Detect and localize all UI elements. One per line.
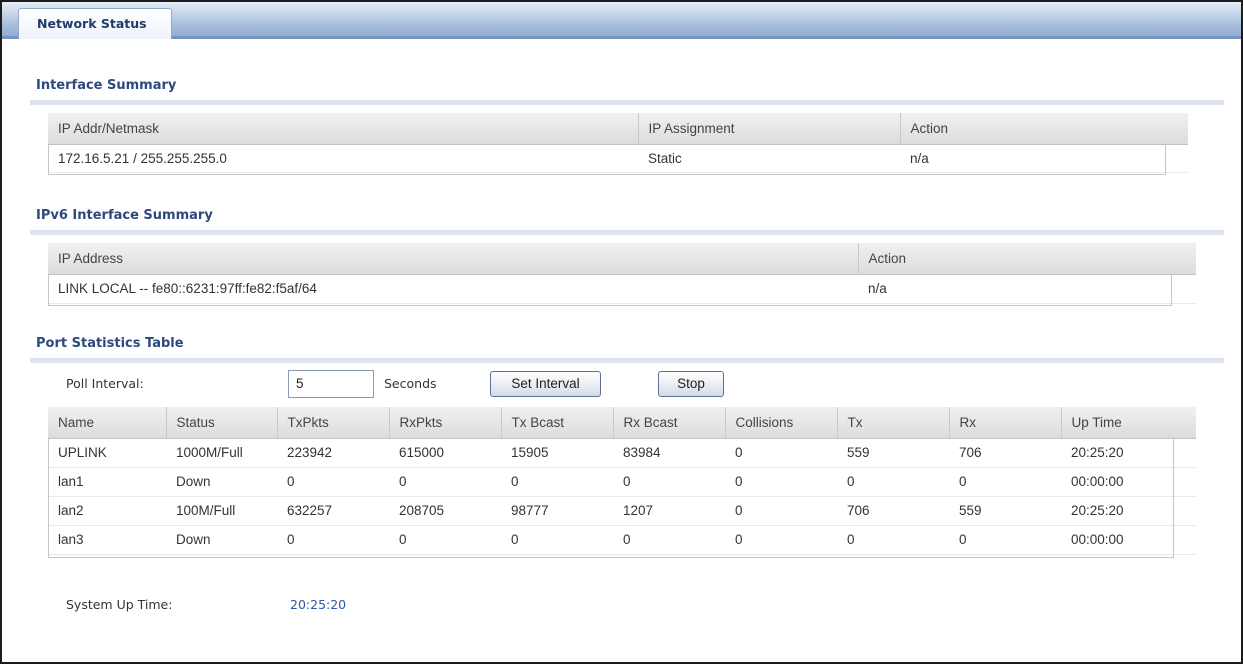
column-header-txpkts[interactable]: TxPkts <box>277 407 390 439</box>
column-header-collisions[interactable]: Collisions <box>725 407 838 439</box>
poll-interval-label: Poll Interval: <box>66 376 144 391</box>
port-statistics-title: Port Statistics Table <box>36 336 184 351</box>
ipv6-summary-header-row: IP Address Action <box>48 243 1196 275</box>
interface-summary-title: Interface Summary <box>36 78 177 93</box>
poll-interval-input[interactable]: 5 <box>288 370 374 398</box>
column-header-ip-address[interactable]: IP Address <box>48 243 859 275</box>
system-up-time-value: 20:25:20 <box>290 597 347 612</box>
network-status-panel: Network Status Interface Summary IP Addr… <box>0 0 1243 664</box>
set-interval-button[interactable]: Set Interval <box>490 371 601 397</box>
system-up-time-label: System Up Time: <box>66 597 173 612</box>
column-header-up-time[interactable]: Up Time <box>1061 407 1196 439</box>
column-header-rx[interactable]: Rx <box>949 407 1062 439</box>
port-statistics-body-frame <box>48 438 1174 558</box>
column-header-rxpkts[interactable]: RxPkts <box>389 407 502 439</box>
column-header-action[interactable]: Action <box>858 243 1196 275</box>
port-statistics-header-row: Name Status TxPkts RxPkts Tx Bcast Rx Bc… <box>48 407 1196 439</box>
tab-bar: Network Status <box>2 2 1241 39</box>
ipv6-summary-divider <box>30 230 1224 235</box>
seconds-label: Seconds <box>384 376 437 391</box>
port-statistics-divider <box>30 358 1224 363</box>
ipv6-summary-title: IPv6 Interface Summary <box>36 208 213 223</box>
column-header-status[interactable]: Status <box>166 407 278 439</box>
column-header-name[interactable]: Name <box>48 407 167 439</box>
stop-button[interactable]: Stop <box>658 371 724 397</box>
column-header-ip-assignment[interactable]: IP Assignment <box>638 113 901 145</box>
interface-summary-header-row: IP Addr/Netmask IP Assignment Action <box>48 113 1188 145</box>
column-header-action[interactable]: Action <box>900 113 1188 145</box>
column-header-tx[interactable]: Tx <box>837 407 950 439</box>
tab-network-status[interactable]: Network Status <box>18 8 172 39</box>
ipv6-summary-body-frame <box>48 274 1172 306</box>
column-header-rx-bcast[interactable]: Rx Bcast <box>613 407 726 439</box>
interface-summary-body-frame <box>48 144 1166 175</box>
interface-summary-divider <box>30 100 1224 105</box>
column-header-tx-bcast[interactable]: Tx Bcast <box>501 407 614 439</box>
tab-label: Network Status <box>37 16 147 31</box>
column-header-ip-addr-netmask[interactable]: IP Addr/Netmask <box>48 113 639 145</box>
